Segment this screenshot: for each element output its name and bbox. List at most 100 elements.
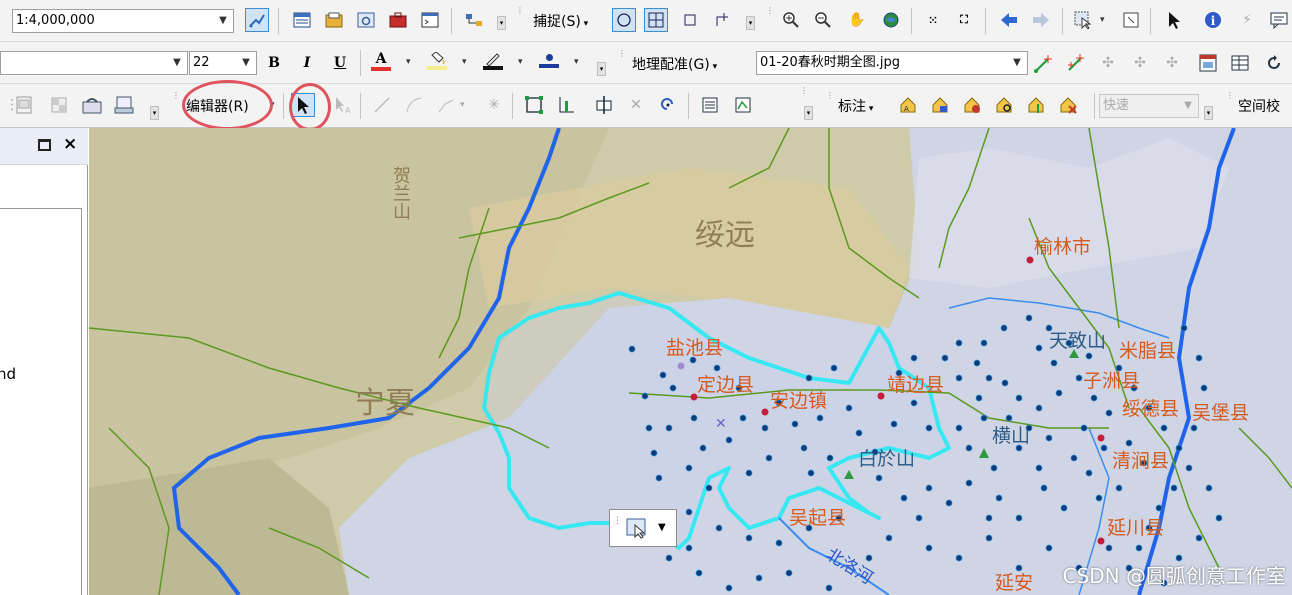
palette-grip[interactable]: ⋮: [613, 516, 622, 526]
hyperlink-lightning-icon[interactable]: ⚡: [1235, 8, 1259, 32]
catalog-window-icon[interactable]: [322, 8, 346, 32]
pan-hand-icon[interactable]: ✋: [845, 8, 869, 32]
html-popup-icon[interactable]: [1267, 8, 1291, 32]
modelbuilder-icon[interactable]: [462, 8, 486, 32]
point-snapping-icon[interactable]: [612, 8, 636, 32]
view-unplaced-labels-icon[interactable]: [992, 93, 1016, 117]
chevron-down-icon[interactable]: ▼: [1180, 95, 1196, 117]
chevron-down-icon[interactable]: ▾: [1100, 15, 1105, 25]
toolbar-overflow-icon[interactable]: ▾: [597, 62, 606, 76]
maximize-panel-icon[interactable]: [38, 139, 51, 151]
end-snapping-icon[interactable]: [644, 8, 668, 32]
auto-registration-icon[interactable]: [1064, 51, 1088, 75]
attributes-window-icon[interactable]: [698, 93, 722, 117]
pause-labeling-icon[interactable]: [960, 93, 984, 117]
georef-layer-combobox[interactable]: 01-20春秋时期全图.jpg ▼: [756, 51, 1028, 75]
identify-info-icon[interactable]: i: [1201, 8, 1225, 32]
trace-icon[interactable]: [434, 93, 458, 117]
label-priority-delete-icon[interactable]: [1056, 93, 1080, 117]
editor-toolbar-toggle-icon[interactable]: [245, 8, 269, 32]
map-scale-combobox[interactable]: 1:4,000,000 ▼: [12, 9, 234, 33]
chevron-down-icon[interactable]: ▼: [658, 522, 666, 533]
straight-segment-icon[interactable]: [370, 93, 394, 117]
checker-pattern-icon[interactable]: [47, 93, 71, 117]
underline-button[interactable]: U: [328, 51, 352, 75]
cut-polygons-icon[interactable]: [592, 93, 616, 117]
chevron-down-icon[interactable]: ▼: [1009, 52, 1025, 74]
map-view[interactable]: ✕ 贺兰山 绥远 宁夏 榆林市 盐池县 定边县 安边镇 靖边县 天致山 米脂县 …: [89, 128, 1292, 595]
label-quality-combobox[interactable]: 快速 ▼: [1099, 94, 1199, 118]
forward-arrow-icon[interactable]: [1029, 8, 1053, 32]
chevron-down-icon[interactable]: ▾: [462, 57, 467, 67]
toolbar-grip[interactable]: ⋮: [1226, 92, 1234, 119]
chevron-down-icon[interactable]: ▾: [518, 57, 523, 67]
font-color-button[interactable]: A: [369, 49, 393, 73]
chevron-down-icon[interactable]: ▾: [460, 100, 465, 110]
toolbar-grip[interactable]: ⋮: [766, 7, 774, 34]
split-tool-icon[interactable]: ✕: [624, 93, 648, 117]
edit-vertices-icon[interactable]: [522, 93, 546, 117]
back-arrow-icon[interactable]: [997, 8, 1021, 32]
toolbar-overflow-icon[interactable]: ▾: [746, 16, 755, 30]
chevron-down-icon[interactable]: ▼: [215, 10, 231, 32]
toolbar-grip[interactable]: ⋮: [516, 7, 524, 34]
close-panel-icon[interactable]: ×: [63, 134, 77, 154]
sketch-properties-icon[interactable]: [731, 93, 755, 117]
label-weight-ranking-icon[interactable]: [1024, 93, 1048, 117]
georeferencing-menu[interactable]: 地理配准(G) ▾: [632, 54, 717, 74]
snapping-menu[interactable]: 捕捉(S) ▾: [533, 11, 588, 31]
zoom-out-icon[interactable]: [811, 8, 835, 32]
line-color-icon[interactable]: [481, 49, 505, 73]
chevron-down-icon[interactable]: ▾: [406, 57, 411, 67]
reshape-feature-icon[interactable]: [555, 93, 579, 117]
marker-color-icon[interactable]: [537, 49, 561, 73]
label-manager-icon[interactable]: A: [896, 93, 920, 117]
table-window-icon[interactable]: [290, 8, 314, 32]
toolbar-overflow-icon[interactable]: ▾: [804, 106, 813, 120]
full-extent-globe-icon[interactable]: [879, 8, 903, 32]
fill-color-icon[interactable]: [425, 49, 449, 73]
italic-button[interactable]: I: [295, 51, 319, 75]
arctoolbox-icon[interactable]: [386, 8, 410, 32]
font-name-combobox[interactable]: ▼: [0, 51, 188, 75]
select-link-icon[interactable]: ✣: [1096, 51, 1120, 75]
fixed-zoom-in-icon[interactable]: ⁙: [921, 8, 945, 32]
fixed-zoom-out-icon[interactable]: ⛶: [952, 8, 976, 32]
select-features-icon[interactable]: [1071, 8, 1095, 32]
select-elements-arrow-icon[interactable]: [1162, 8, 1186, 32]
font-size-combobox[interactable]: 22 ▼: [189, 51, 257, 75]
link-table-icon[interactable]: [1228, 51, 1252, 75]
python-window-icon[interactable]: [418, 8, 442, 32]
toolbar-grip[interactable]: ⋮: [826, 92, 834, 119]
zoom-to-selected-link-icon[interactable]: ✣: [1128, 51, 1152, 75]
search-window-icon[interactable]: [354, 8, 378, 32]
rotate-feature-icon[interactable]: [656, 93, 680, 117]
lock-labels-icon[interactable]: [928, 93, 952, 117]
toolbar-overflow-icon[interactable]: ▾: [497, 16, 506, 30]
bold-button[interactable]: B: [262, 51, 286, 75]
edge-snapping-icon[interactable]: [711, 8, 735, 32]
vertex-snapping-icon[interactable]: [678, 8, 702, 32]
spatial-adjustment-menu[interactable]: 空间校: [1238, 96, 1280, 116]
zoom-in-icon[interactable]: [779, 8, 803, 32]
chevron-down-icon[interactable]: ▼: [169, 52, 185, 74]
edit-annotation-tool-icon[interactable]: A: [330, 93, 354, 117]
toolbar-overflow-icon[interactable]: ▾: [1204, 106, 1213, 120]
point-sketch-icon[interactable]: ✳: [482, 93, 506, 117]
toolbar-grip[interactable]: ⋮: [618, 50, 626, 77]
toolbar-overflow-icon[interactable]: ▾: [150, 106, 159, 120]
rotate-icon[interactable]: [1262, 51, 1286, 75]
chevron-down-icon[interactable]: ▾: [574, 57, 579, 67]
add-control-points-icon[interactable]: [1032, 51, 1056, 75]
delete-link-icon[interactable]: ✣: [1160, 51, 1184, 75]
viewer-icon[interactable]: [1196, 51, 1220, 75]
layout-page-icon[interactable]: [12, 93, 36, 117]
layer-package-icon[interactable]: [112, 93, 136, 117]
end-point-arc-icon[interactable]: [402, 93, 426, 117]
map-package-icon[interactable]: [80, 93, 104, 117]
floating-tool-palette[interactable]: ⋮ ▼: [609, 509, 677, 547]
chevron-down-icon[interactable]: ▼: [238, 52, 254, 74]
clear-selection-icon[interactable]: [1119, 8, 1143, 32]
toolbar-grip[interactable]: ⋮: [172, 92, 180, 119]
labeling-menu[interactable]: 标注 ▾: [838, 96, 873, 116]
